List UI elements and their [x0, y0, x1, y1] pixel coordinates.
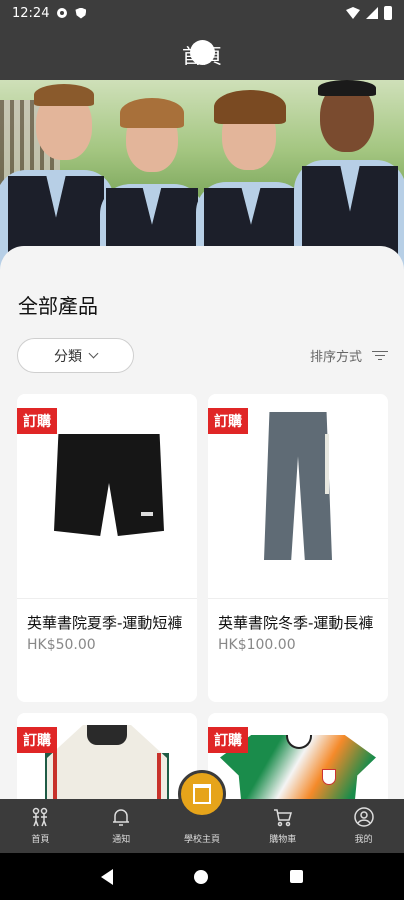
- chevron-down-icon: [88, 348, 99, 359]
- product-price: HK$100.00: [218, 637, 296, 653]
- nav-notifications[interactable]: 通知: [81, 799, 162, 853]
- product-card[interactable]: 訂購 英華書院冬季-運動長褲 HK$100.00: [208, 394, 388, 702]
- shorts-logo: [141, 512, 153, 516]
- product-image: 訂購: [17, 394, 197, 599]
- system-nav-bar: [0, 853, 404, 900]
- section-title: 全部產品: [18, 294, 98, 318]
- nav-school-label: 學校主頁: [183, 835, 220, 845]
- category-filter-label: 分類: [54, 348, 82, 365]
- nav-profile[interactable]: 我的: [323, 799, 404, 853]
- category-filter-button[interactable]: 分類: [17, 338, 134, 373]
- camera-cutout: [190, 40, 215, 65]
- order-badge: 訂購: [17, 408, 57, 434]
- nav-notifications-label: 通知: [112, 835, 131, 845]
- product-image: 訂購: [17, 713, 197, 806]
- kids-icon: [33, 807, 48, 827]
- product-image: 訂購: [208, 394, 388, 599]
- pants-stripe: [325, 434, 329, 494]
- order-badge: 訂購: [17, 727, 57, 753]
- cart-icon: [273, 809, 292, 827]
- jacket-collar: [87, 725, 127, 745]
- sort-icon: [372, 350, 388, 361]
- shorts-image: [54, 434, 164, 536]
- nav-home-label: 首頁: [31, 835, 50, 845]
- status-time: 12:24: [12, 5, 50, 21]
- school-building-icon: [193, 784, 211, 804]
- bell-icon: [113, 809, 130, 826]
- nav-cart-label: 購物車: [269, 835, 297, 845]
- school-home-fab[interactable]: [178, 770, 226, 818]
- product-name: 英華書院冬季-運動長褲: [218, 614, 374, 632]
- product-card[interactable]: 訂購: [17, 713, 197, 806]
- user-icon: [353, 807, 374, 827]
- app-header: 首頁: [0, 26, 404, 80]
- sort-label: 排序方式: [309, 350, 362, 365]
- pants-image: [264, 412, 332, 560]
- shield-icon: [75, 7, 87, 19]
- status-bar: 12:24: [0, 0, 404, 26]
- settings-icon: [57, 8, 68, 18]
- battery-icon: [384, 6, 392, 20]
- products-sheet: 全部產品 分類 排序方式 訂購 英華書院夏季-運動短褲 HK$50.00 訂購 …: [0, 246, 404, 806]
- product-card[interactable]: 訂購: [208, 713, 388, 806]
- nav-cart[interactable]: 購物車: [242, 799, 323, 853]
- sort-button[interactable]: 排序方式: [310, 346, 388, 365]
- order-badge: 訂購: [208, 727, 248, 753]
- jersey-crest: [322, 769, 336, 785]
- home-icon[interactable]: [194, 869, 209, 884]
- nav-profile-label: 我的: [354, 835, 373, 845]
- recent-apps-icon[interactable]: [290, 870, 304, 883]
- back-icon[interactable]: [100, 868, 113, 885]
- wifi-icon: [346, 7, 360, 19]
- cell-signal-icon: [366, 7, 378, 19]
- product-name: 英華書院夏季-運動短褲: [27, 614, 183, 632]
- product-card[interactable]: 訂購 英華書院夏季-運動短褲 HK$50.00: [17, 394, 197, 702]
- product-image: 訂購: [208, 713, 388, 806]
- nav-home[interactable]: 首頁: [0, 799, 81, 853]
- order-badge: 訂購: [208, 408, 248, 434]
- product-price: HK$50.00: [27, 637, 96, 653]
